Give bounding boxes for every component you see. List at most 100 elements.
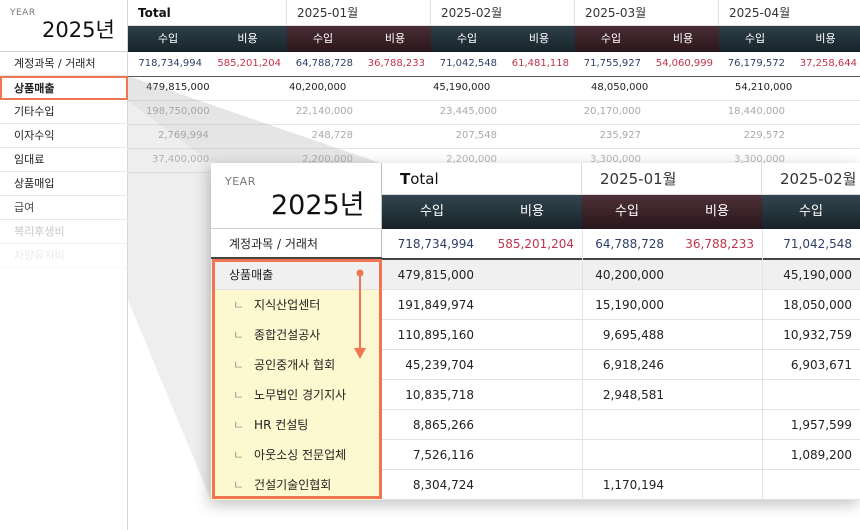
year-value[interactable]: 2025년 — [42, 14, 115, 44]
zoom-subheader-income: 수입 — [382, 195, 482, 229]
cell-value: 45,190,000 — [783, 268, 852, 282]
cell-value: 110,895,160 — [397, 328, 474, 342]
account-row[interactable]: 차량유지비 — [0, 244, 128, 268]
account-row[interactable]: 이자수익 — [0, 124, 128, 148]
client-name: 노무법인 경기지사 — [254, 388, 347, 402]
cell-value: 2,769,994 — [158, 130, 209, 141]
zoom-year-selector[interactable]: YEAR 2025년 — [211, 163, 382, 229]
row-label: ㄴ HR 컨설팅 — [211, 410, 382, 440]
subheader-expense: 비용 — [359, 26, 431, 52]
indent-icon: ㄴ — [233, 328, 245, 342]
indent-icon: ㄴ — [233, 478, 245, 492]
subheader-income: 수입 — [128, 26, 208, 52]
cell-value — [762, 380, 860, 410]
cell-value — [762, 470, 860, 500]
subheader-expense: 비용 — [791, 26, 860, 52]
client-name: 지식산업센터 — [254, 298, 321, 312]
zoom-column-header-month: 2025-02월 — [762, 163, 860, 195]
sum-cell-income: 76,179,572 — [727, 58, 785, 69]
indent-icon: ㄴ — [233, 358, 245, 372]
cell-value: 6,918,246 — [602, 358, 664, 372]
cell-value: 40,200,000 — [289, 82, 347, 93]
cell-value: 1,170,194 — [602, 478, 664, 492]
sum-cell-expense: 37,258,644 — [799, 58, 857, 69]
cell-value: 40,200,000 — [595, 268, 664, 282]
cell-value: 191,849,974 — [397, 298, 474, 312]
sum-cell-expense: 54,060,999 — [655, 58, 713, 69]
cell-value: 6,903,671 — [790, 358, 852, 372]
zoom-subheader-expense: 비용 — [672, 195, 762, 229]
cell-value — [582, 440, 672, 470]
row-label: ㄴ 건설기술인협회 — [211, 470, 382, 500]
cell-value: 198,750,000 — [146, 106, 210, 117]
sum-cell-income: 71,042,548 — [439, 58, 497, 69]
cell-value: 15,190,000 — [595, 298, 664, 312]
account-row[interactable]: 상품매입 — [0, 172, 128, 196]
cell-value: 479,815,000 — [397, 268, 474, 282]
client-name: 공인중개사 협회 — [254, 358, 336, 372]
cell-value: 48,050,000 — [591, 82, 649, 93]
cell-value: 10,932,759 — [783, 328, 852, 342]
cell-value: 8,865,266 — [412, 418, 474, 432]
year-selector[interactable]: YEAR 2025년 — [0, 0, 128, 52]
zoom-column-header-month: 2025-01월 — [582, 163, 762, 195]
subheader-income: 수입 — [431, 26, 503, 52]
cell-value: 22,140,000 — [295, 106, 353, 117]
cell-value: 10,835,718 — [405, 388, 474, 402]
account-row[interactable]: 복리후생비 — [0, 220, 128, 244]
column-header-month: 2025-01월 — [287, 0, 431, 26]
column-separator — [582, 229, 583, 500]
client-name: 건설기술인협회 — [254, 478, 332, 492]
zoom-year-value[interactable]: 2025년 — [271, 183, 365, 222]
zoom-subheader-expense: 비용 — [482, 195, 582, 229]
account-row[interactable]: 급여 — [0, 196, 128, 220]
sum-cell-income: 71,755,927 — [583, 58, 641, 69]
cell-value: 2,948,581 — [602, 388, 664, 402]
row-label: ㄴ 종합건설공사 — [211, 320, 382, 350]
zoom-account-header: 계정과목 / 거래처 — [211, 229, 382, 259]
column-header-total: Total — [128, 0, 287, 26]
year-label: YEAR — [10, 8, 36, 18]
zoom-column-header-total: Total — [382, 163, 582, 195]
subheader-expense: 비용 — [647, 26, 719, 52]
subheader-expense: 비용 — [208, 26, 287, 52]
cell-value: 235,927 — [599, 130, 641, 141]
row-label: 상품매출 — [229, 268, 274, 282]
indent-icon: ㄴ — [233, 388, 245, 402]
total-rest: otal — [410, 170, 439, 188]
sum-cell-expense: 61,481,118 — [511, 58, 569, 69]
cell-value: 23,445,000 — [439, 106, 497, 117]
zoom-subheader-income: 수입 — [762, 195, 860, 229]
indent-icon: ㄴ — [233, 448, 245, 462]
zoom-subheader-income: 수입 — [582, 195, 672, 229]
zoom-sum-income: 718,734,994 — [397, 237, 474, 251]
client-name: HR 컨설팅 — [254, 418, 309, 432]
cell-value: 18,050,000 — [783, 298, 852, 312]
column-header-month: 2025-04월 — [719, 0, 860, 26]
sum-cell-expense: 585,201,204 — [217, 58, 281, 69]
row-label: ㄴ 노무법인 경기지사 — [211, 380, 382, 410]
zoom-sum-expense: 585,201,204 — [497, 237, 574, 251]
sum-cell-income: 718,734,994 — [138, 58, 202, 69]
zoom-sum-income: 64,788,728 — [595, 237, 664, 251]
cell-value: 9,695,488 — [602, 328, 664, 342]
sum-cell-income: 64,788,728 — [295, 58, 353, 69]
subheader-income: 수입 — [575, 26, 647, 52]
cell-value: 20,170,000 — [583, 106, 641, 117]
cell-value — [582, 410, 672, 440]
cell-value: 1,957,599 — [790, 418, 852, 432]
subheader-income: 수입 — [287, 26, 359, 52]
cell-value: 8,304,724 — [412, 478, 474, 492]
account-row-selected[interactable]: 상품매출 — [0, 76, 128, 100]
cell-value: 45,190,000 — [433, 82, 491, 93]
zoom-sum-expense: 36,788,233 — [685, 237, 754, 251]
account-row[interactable]: 기타수입 — [0, 100, 128, 124]
cell-value: 1,089,200 — [790, 448, 852, 462]
subheader-expense: 비용 — [503, 26, 575, 52]
client-name: 종합건설공사 — [254, 328, 321, 342]
account-row[interactable]: 임대료 — [0, 148, 128, 172]
column-header-month: 2025-03월 — [575, 0, 719, 26]
row-label: ㄴ 공인중개사 협회 — [211, 350, 382, 380]
cell-value: 54,210,000 — [735, 82, 793, 93]
account-header: 계정과목 / 거래처 — [0, 52, 128, 76]
